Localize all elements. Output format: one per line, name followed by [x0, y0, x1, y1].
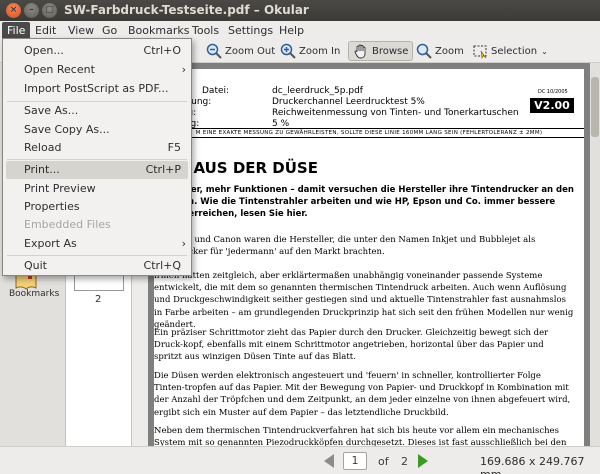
- menu-help[interactable]: Help: [274, 22, 309, 39]
- menu-item-open[interactable]: Open... Ctrl+O: [3, 42, 191, 60]
- page-size-readout: 169.686 x 249.767 mm: [480, 455, 585, 474]
- zoom-in-label: Zoom In: [299, 45, 341, 57]
- submenu-arrow-icon: ›: [181, 63, 186, 76]
- measure-line-bottom: [154, 137, 584, 138]
- title-bar: × – □ SW-Farbdruck-Testseite.pdf – Okula…: [0, 0, 600, 21]
- maximize-window-button[interactable]: □: [42, 3, 57, 18]
- menu-settings[interactable]: Settings: [223, 22, 278, 39]
- browse-tool-button[interactable]: Browse: [348, 41, 414, 61]
- paragraph-2: irmen hatten zeitgleich, aber erklärterm…: [154, 271, 574, 330]
- browse-hand-icon: [354, 44, 366, 59]
- menu-separator: [7, 255, 187, 256]
- zoom-out-label: Zoom Out: [225, 45, 276, 57]
- next-page-icon[interactable]: [418, 454, 428, 468]
- menu-view[interactable]: View: [63, 22, 99, 39]
- minimize-window-button[interactable]: –: [24, 3, 39, 18]
- selection-label: Selection: [491, 45, 538, 57]
- pdf-page: Datei:dc_leerdruck_5p.pdf zeichnung:Druc…: [154, 69, 584, 446]
- menu-bookmarks[interactable]: Bookmarks: [123, 22, 194, 39]
- submenu-arrow-icon: ›: [181, 237, 186, 250]
- thumbnail-page-number: 2: [95, 294, 102, 305]
- status-bar: 1 of 2 169.686 x 249.767 mm: [0, 446, 600, 474]
- menu-item-print[interactable]: Print... Ctrl+P: [6, 161, 188, 179]
- zoom-label: Zoom: [435, 45, 464, 57]
- menu-item-save-copy-as[interactable]: Save Copy As...: [3, 121, 191, 139]
- bookmarks-tab-label[interactable]: Bookmarks: [9, 289, 59, 299]
- selection-tool-button[interactable]: Selection ⌄: [472, 41, 548, 61]
- menu-item-open-recent[interactable]: Open Recent ›: [3, 61, 191, 79]
- menu-separator: [7, 159, 187, 160]
- measurement-notice: M EINE EXAKTE MESSUNG ZU GEWÄHRLEISTEN, …: [195, 130, 543, 136]
- usage-meta-row: endung:Reichweitenmessung von Tinten- un…: [159, 108, 519, 118]
- paragraph-1: -Packard und Canon waren die Hersteller,…: [154, 235, 536, 258]
- page-of-label: of: [378, 455, 389, 468]
- file-menu-dropdown: Open... Ctrl+O Open Recent › Import PostSc…: [2, 38, 192, 276]
- article-lead: er, besser, mehr Funktionen – damit vers…: [154, 185, 574, 219]
- selection-icon: [473, 45, 487, 59]
- selection-dropdown-icon[interactable]: ⌄: [541, 47, 548, 56]
- paragraph-5: Neben dem thermischen Tintendruckverfahr…: [154, 426, 567, 446]
- version-badge: V2.00: [530, 98, 574, 113]
- menu-item-quit[interactable]: Quit Ctrl+Q: [3, 257, 191, 275]
- zoom-tool-button[interactable]: Zoom: [416, 41, 464, 61]
- menu-item-export-as[interactable]: Export As ›: [3, 235, 191, 253]
- menu-file[interactable]: File: [2, 22, 31, 39]
- measure-line-top: [154, 128, 584, 129]
- paragraph-3: Ein präziser Schrittmotor zieht das Papi…: [154, 328, 549, 363]
- menu-item-print-preview[interactable]: Print Preview: [3, 180, 191, 198]
- zoom-in-button[interactable]: Zoom In: [280, 41, 340, 61]
- document-view[interactable]: Datei:dc_leerdruck_5p.pdf zeichnung:Druc…: [148, 63, 590, 446]
- menu-item-properties[interactable]: Properties: [3, 198, 191, 216]
- close-window-button[interactable]: ×: [6, 3, 21, 18]
- file-meta-row: Datei: dc_leerdruck_5p.pdf: [202, 86, 363, 96]
- total-pages-label: 2: [401, 455, 408, 468]
- menu-item-reload[interactable]: Reload F5: [3, 139, 191, 157]
- menu-bar: File Edit View Go Bookmarks Tools Settin…: [0, 21, 600, 39]
- menu-item-embedded-files: Embedded Files: [24, 218, 111, 231]
- browse-label: Browse: [372, 45, 409, 57]
- description-meta-row: zeichnung:Druckerchannel Leerdrucktest 5…: [162, 97, 425, 107]
- menu-item-save-as[interactable]: Save As...: [3, 102, 191, 120]
- zoom-in-icon: [280, 43, 296, 59]
- menu-tools[interactable]: Tools: [187, 22, 224, 39]
- page-number-input[interactable]: 1: [343, 452, 367, 470]
- zoom-out-button[interactable]: Zoom Out: [206, 41, 275, 61]
- vertical-scrollbar[interactable]: [590, 63, 600, 446]
- menu-go[interactable]: Go: [97, 22, 122, 39]
- menu-item-import-postscript[interactable]: Import PostScript as PDF...: [3, 80, 191, 98]
- paragraph-4: Die Düsen werden elektronisch angesteuer…: [154, 371, 571, 418]
- badge-date: DC 10/2005: [538, 89, 568, 95]
- prev-page-icon[interactable]: [324, 454, 334, 468]
- window-title: SW-Farbdruck-Testseite.pdf – Okular: [64, 3, 309, 17]
- zoom-icon: [416, 43, 432, 59]
- scrollbar-thumb[interactable]: [591, 77, 599, 137]
- zoom-out-icon: [206, 43, 222, 59]
- menu-edit[interactable]: Edit: [30, 22, 61, 39]
